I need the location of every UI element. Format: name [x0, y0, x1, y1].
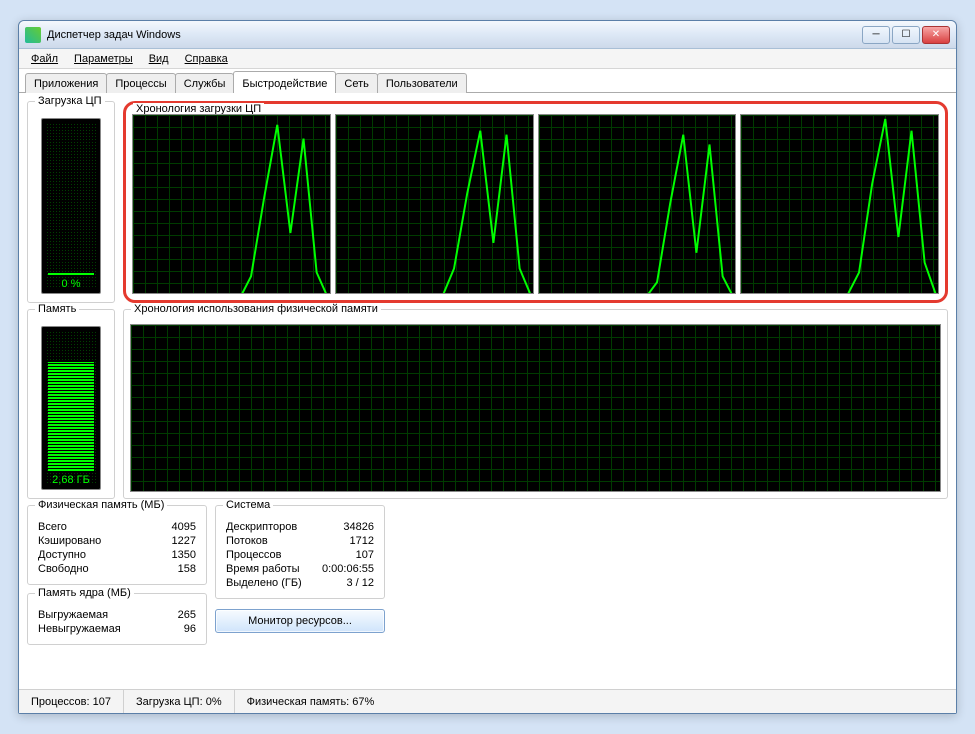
- cpu-percent-label: 0 %: [42, 276, 100, 290]
- titlebar[interactable]: Диспетчер задач Windows ─ ☐ ✕: [19, 21, 956, 49]
- tab-services[interactable]: Службы: [175, 73, 235, 93]
- memory-label: Память: [35, 303, 79, 315]
- tab-processes[interactable]: Процессы: [106, 73, 175, 93]
- table-row: Время работы0:00:06:55: [226, 562, 374, 576]
- cpu-history-graph-core-3: [538, 114, 737, 294]
- app-icon: [25, 27, 41, 43]
- table-row: Всего4095: [38, 520, 196, 534]
- status-memory: Физическая память: 67%: [235, 690, 956, 713]
- system-table: Дескрипторов34826Потоков1712Процессов107…: [226, 520, 374, 590]
- stats-row: Физическая память (МБ) Всего4095Кэширова…: [27, 505, 948, 645]
- menu-options[interactable]: Параметры: [66, 51, 141, 67]
- status-processes: Процессов: 107: [19, 690, 124, 713]
- memory-usage-group: Память 2,68 ГБ: [27, 309, 115, 499]
- tab-performance[interactable]: Быстродействие: [233, 71, 336, 93]
- menu-view[interactable]: Вид: [141, 51, 177, 67]
- menubar: Файл Параметры Вид Справка: [19, 49, 956, 69]
- task-manager-window: Диспетчер задач Windows ─ ☐ ✕ Файл Парам…: [18, 20, 957, 714]
- system-label: Система: [223, 499, 273, 511]
- performance-tab-body: Загрузка ЦП 0 % Хронология загрузки ЦП П…: [19, 93, 956, 689]
- table-row: Дескрипторов34826: [226, 520, 374, 534]
- kernel-mem-table: Выгружаемая265Невыгружаемая96: [38, 608, 196, 636]
- table-row: Кэшировано1227: [38, 534, 196, 548]
- tab-network[interactable]: Сеть: [335, 73, 377, 93]
- status-cpu: Загрузка ЦП: 0%: [124, 690, 235, 713]
- table-row: Доступно1350: [38, 548, 196, 562]
- kernel-mem-label: Память ядра (МБ): [35, 587, 134, 599]
- memory-history-graph: [130, 324, 941, 492]
- memory-value-label: 2,68 ГБ: [42, 472, 100, 486]
- cpu-history-graph-core-4: [740, 114, 939, 294]
- phys-mem-table: Всего4095Кэшировано1227Доступно1350Свобо…: [38, 520, 196, 576]
- minimize-button[interactable]: ─: [862, 26, 890, 44]
- table-row: Процессов107: [226, 548, 374, 562]
- physical-memory-group: Физическая память (МБ) Всего4095Кэширова…: [27, 505, 207, 585]
- close-button[interactable]: ✕: [922, 26, 950, 44]
- table-row: Невыгружаемая96: [38, 622, 196, 636]
- menu-help[interactable]: Справка: [177, 51, 236, 67]
- resource-monitor-button[interactable]: Монитор ресурсов...: [215, 609, 385, 633]
- cpu-usage-label: Загрузка ЦП: [35, 95, 105, 107]
- cpu-usage-group: Загрузка ЦП 0 %: [27, 101, 115, 303]
- system-group: Система Дескрипторов34826Потоков1712Проц…: [215, 505, 385, 599]
- table-row: Выделено (ГБ)3 / 12: [226, 576, 374, 590]
- statusbar: Процессов: 107 Загрузка ЦП: 0% Физическа…: [19, 689, 956, 713]
- tabstrip: Приложения Процессы Службы Быстродействи…: [19, 69, 956, 93]
- content-area: Приложения Процессы Службы Быстродействи…: [19, 69, 956, 713]
- tab-applications[interactable]: Приложения: [25, 73, 107, 93]
- memory-history-label: Хронология использования физической памя…: [131, 303, 381, 315]
- memory-history-group: Хронология использования физической памя…: [123, 309, 948, 499]
- table-row: Потоков1712: [226, 534, 374, 548]
- maximize-button[interactable]: ☐: [892, 26, 920, 44]
- memory-meter: 2,68 ГБ: [41, 326, 101, 490]
- table-row: Выгружаемая265: [38, 608, 196, 622]
- cpu-history-graph-core-2: [335, 114, 534, 294]
- cpu-meter: 0 %: [41, 118, 101, 294]
- kernel-memory-group: Память ядра (МБ) Выгружаемая265Невыгружа…: [27, 593, 207, 645]
- cpu-history-group: Хронология загрузки ЦП: [123, 101, 948, 303]
- window-title: Диспетчер задач Windows: [47, 29, 862, 41]
- phys-mem-label: Физическая память (МБ): [35, 499, 167, 511]
- cpu-history-graph-core-1: [132, 114, 331, 294]
- menu-file[interactable]: Файл: [23, 51, 66, 67]
- tab-users[interactable]: Пользователи: [377, 73, 467, 93]
- table-row: Свободно158: [38, 562, 196, 576]
